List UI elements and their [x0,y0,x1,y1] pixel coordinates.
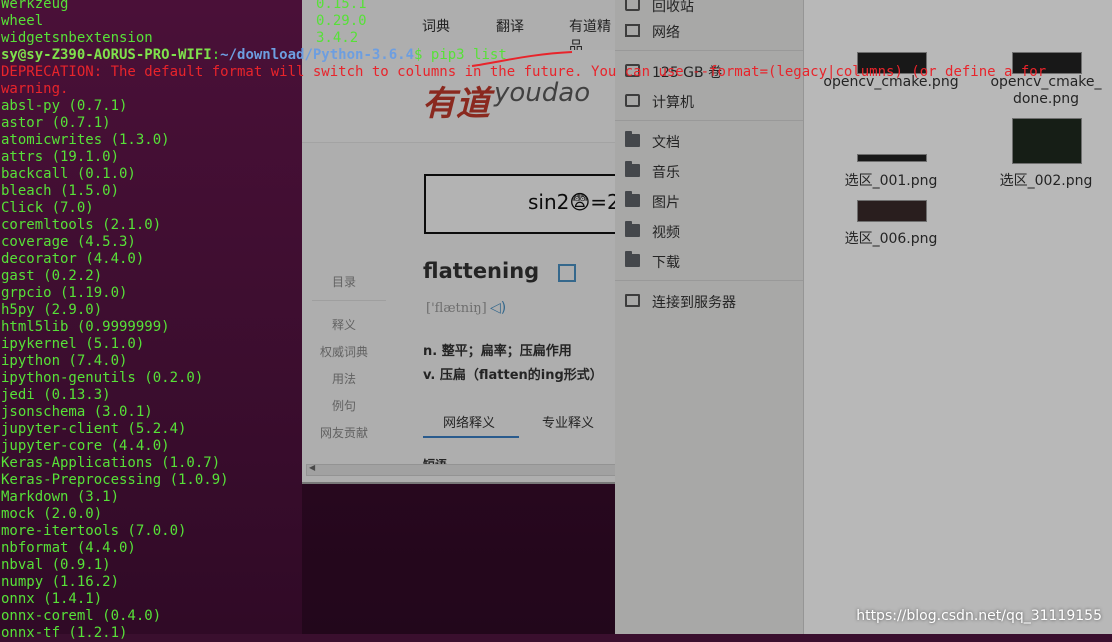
package-line: numpy (1.16.2) [1,574,120,590]
prompt-path: ~/download/Python-3.6.4 [220,47,415,63]
red-annotation-stroke [471,51,573,67]
package-line: Keras-Preprocessing (1.0.9) [1,472,229,488]
package-line: h5py (2.9.0) [1,302,103,318]
package-version: 0.15.1 [316,0,367,12]
package-line: ipython-genutils (0.2.0) [1,370,204,386]
package-line: jedi (0.13.3) [1,387,111,403]
package-line: bleach (1.5.0) [1,183,120,199]
package-line: onnx-coreml (0.4.0) [1,608,162,624]
package-line: Werkzeug [1,0,69,12]
package-line: jupyter-core (4.4.0) [1,438,170,454]
package-line: absl-py (0.7.1) [1,98,128,114]
deprecation-warning-cont: warning. [1,81,69,97]
package-line: Click (7.0) [1,200,94,216]
package-line: more-itertools (7.0.0) [1,523,187,539]
package-line: astor (0.7.1) [1,115,111,131]
package-version: 0.29.0 [316,13,367,29]
watermark: https://blog.csdn.net/qq_31119155 [856,608,1102,624]
package-line: jupyter-client (5.2.4) [1,421,187,437]
package-version: 3.4.2 [316,30,359,46]
package-line: ipython (7.4.0) [1,353,128,369]
package-line: nbformat (4.4.0) [1,540,136,556]
prompt-separator: : [211,47,221,63]
package-line: Markdown (3.1) [1,489,120,505]
prompt-user: sy@sy-Z390-AORUS-PRO-WIFI [1,47,212,63]
package-line: coremltools (2.1.0) [1,217,162,233]
shell-prompt: sy@sy-Z390-AORUS-PRO-WIFI:~/download/Pyt… [1,47,507,64]
package-line: gast (0.2.2) [1,268,103,284]
package-line: onnx (1.4.1) [1,591,103,607]
package-line: ipykernel (5.1.0) [1,336,145,352]
package-line: jsonschema (3.0.1) [1,404,153,420]
package-line: atomicwrites (1.3.0) [1,132,170,148]
package-line: mock (2.0.0) [1,506,103,522]
package-line: grpcio (1.19.0) [1,285,128,301]
package-line: coverage (4.5.3) [1,234,136,250]
package-line: wheel [1,13,44,29]
package-line: backcall (0.1.0) [1,166,136,182]
package-line: attrs (19.1.0) [1,149,120,165]
terminal-output[interactable]: Werkzeug 0.15.1 wheel 0.29.0 widgetsnbex… [0,0,1112,641]
package-line: Keras-Applications (1.0.7) [1,455,221,471]
package-line: html5lib (0.9999999) [1,319,170,335]
package-line: decorator (4.4.0) [1,251,145,267]
package-line: nbval (0.9.1) [1,557,111,573]
package-line: widgetsnbextension [1,30,153,46]
